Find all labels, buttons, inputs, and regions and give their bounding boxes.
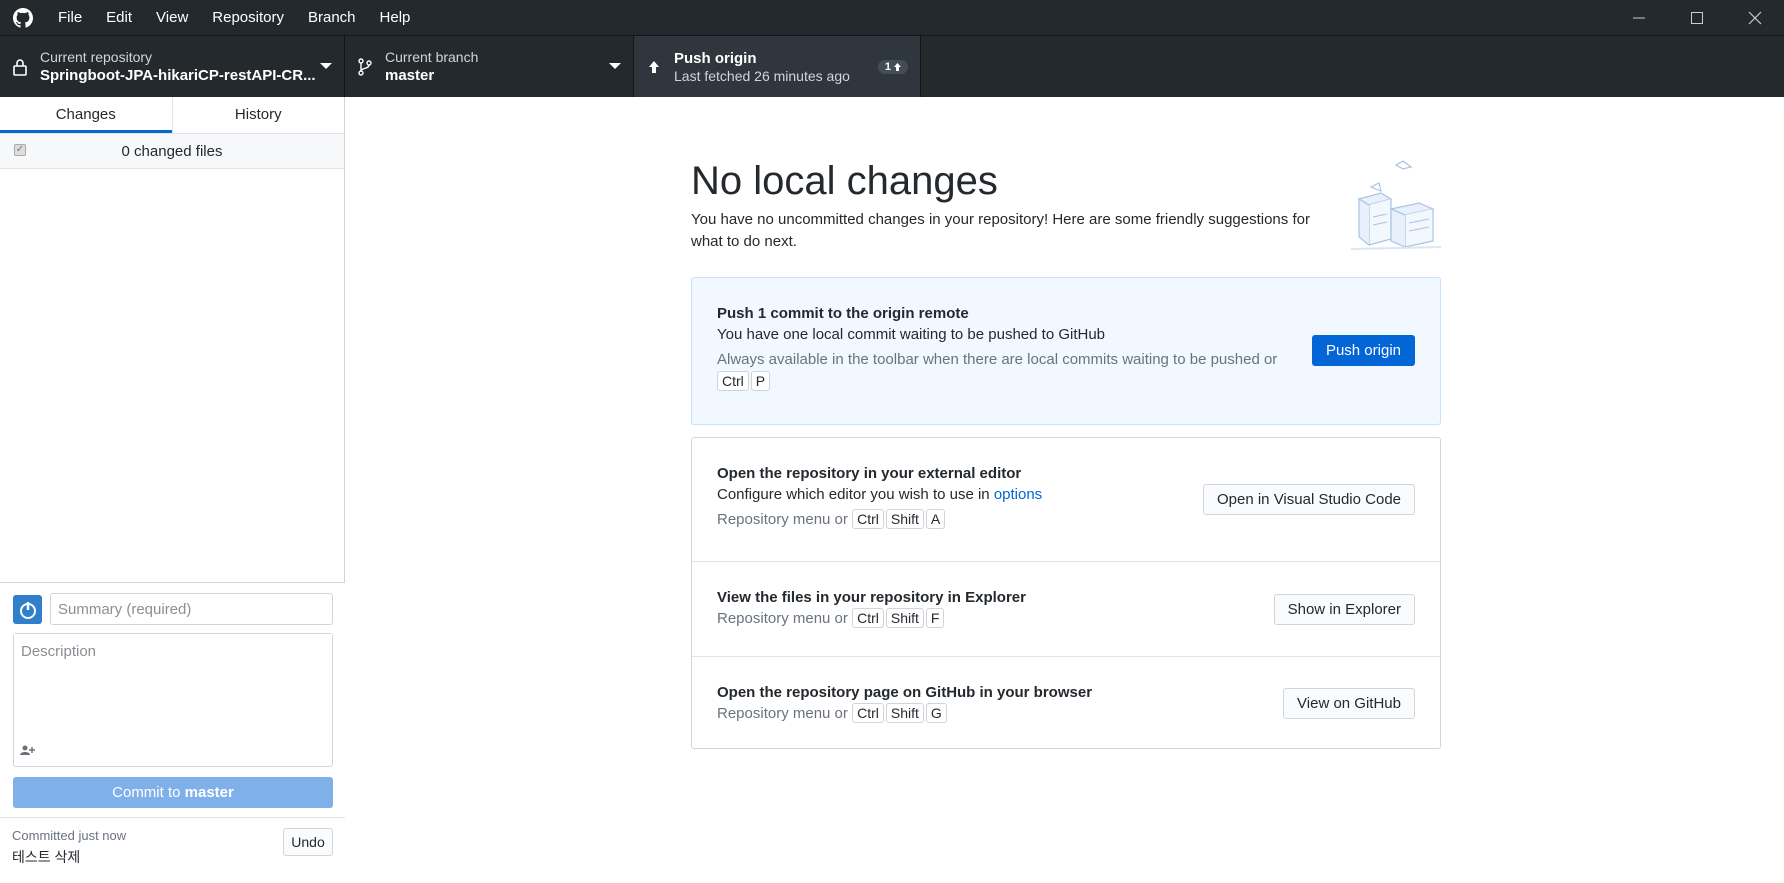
menu-file[interactable]: File bbox=[46, 0, 94, 35]
shortcut-key: F bbox=[925, 608, 945, 628]
github-hint-text: Repository menu or bbox=[717, 705, 848, 722]
shortcut-key: A bbox=[925, 509, 946, 529]
title-bar: File Edit View Repository Branch Help bbox=[0, 0, 1784, 35]
shortcut-key: Ctrl bbox=[852, 509, 884, 529]
branch-selector[interactable]: Current branch master bbox=[345, 36, 634, 98]
sidebar: Changes History ✓ 0 changed files Commit… bbox=[0, 97, 345, 883]
boxes-illustration-icon bbox=[1350, 157, 1442, 252]
shortcut-key: G bbox=[925, 703, 947, 723]
explorer-hint-text: Repository menu or bbox=[717, 610, 848, 627]
menu-branch[interactable]: Branch bbox=[296, 0, 368, 35]
repository-name: Springboot-JPA-hikariCP-restAPI-CR... bbox=[40, 67, 316, 84]
changed-files-count: 0 changed files bbox=[121, 142, 223, 160]
close-icon[interactable] bbox=[1726, 0, 1784, 35]
chevron-down-icon bbox=[609, 63, 621, 69]
branch-name: master bbox=[385, 67, 435, 84]
shortcut-key: Shift bbox=[885, 509, 924, 529]
last-commit-message: 테스트 삭제 bbox=[12, 849, 81, 865]
window-controls bbox=[1610, 0, 1784, 35]
options-link[interactable]: options bbox=[994, 486, 1042, 503]
editor-suggestion-hint: Repository menu or Ctrl Shift A bbox=[717, 509, 1042, 531]
push-suggestion-description: You have one local commit waiting to be … bbox=[717, 326, 1106, 343]
push-suggestion-card: Push 1 commit to the origin remote You h… bbox=[691, 277, 1441, 425]
sidebar-tabs: Changes History bbox=[0, 97, 344, 134]
menu-edit[interactable]: Edit bbox=[94, 0, 144, 35]
menu-view[interactable]: View bbox=[144, 0, 200, 35]
github-suggestion: Open the repository page on GitHub in yo… bbox=[692, 657, 1440, 750]
github-suggestion-title: Open the repository page on GitHub in yo… bbox=[717, 684, 1093, 701]
shortcut-key: P bbox=[750, 371, 771, 391]
shortcut-key: Ctrl bbox=[852, 703, 884, 723]
github-suggestion-hint: Repository menu or Ctrl Shift G bbox=[717, 703, 1092, 725]
changed-files-header: ✓ 0 changed files bbox=[0, 134, 344, 169]
editor-desc-text: Configure which editor you wish to use i… bbox=[717, 486, 994, 503]
last-commit-label: Committed just now bbox=[12, 828, 127, 843]
arrow-up-small-icon bbox=[894, 63, 901, 71]
suggestions-list: Open the repository in your external edi… bbox=[691, 437, 1441, 749]
page-subtitle: You have no uncommitted changes in your … bbox=[691, 211, 1310, 250]
open-in-editor-button[interactable]: Open in Visual Studio Code bbox=[1202, 484, 1415, 515]
editor-hint-text: Repository menu or bbox=[717, 511, 848, 528]
commit-button-branch: master bbox=[184, 784, 234, 801]
shortcut-key: Ctrl bbox=[717, 371, 749, 391]
push-hint-text: Always available in the toolbar when the… bbox=[717, 351, 1278, 368]
arrow-up-icon bbox=[634, 59, 674, 75]
toolbar: Current repository Springboot-JPA-hikari… bbox=[0, 35, 1784, 98]
editor-suggestion-title: Open the repository in your external edi… bbox=[717, 465, 1022, 482]
commit-button[interactable]: Commit to master bbox=[13, 777, 333, 808]
push-origin-label: Push origin bbox=[674, 50, 757, 67]
push-origin-action-button[interactable]: Push origin bbox=[1311, 335, 1415, 366]
commit-panel: Commit to master Committed just now 테스트 … bbox=[0, 582, 345, 883]
repository-label: Current repository bbox=[40, 49, 153, 65]
push-suggestion-hint: Always available in the toolbar when the… bbox=[717, 349, 1297, 393]
repository-selector[interactable]: Current repository Springboot-JPA-hikari… bbox=[0, 36, 345, 98]
lock-icon bbox=[0, 58, 40, 76]
menu-repository[interactable]: Repository bbox=[200, 0, 296, 35]
tab-history[interactable]: History bbox=[171, 97, 345, 133]
push-suggestion-title: Push 1 commit to the origin remote bbox=[717, 305, 969, 322]
ahead-count: 1 bbox=[884, 61, 891, 73]
show-in-explorer-button[interactable]: Show in Explorer bbox=[1273, 594, 1415, 625]
page-title: No local changes bbox=[691, 159, 998, 203]
ahead-count-badge: 1 bbox=[877, 60, 908, 74]
commit-button-prefix: Commit to bbox=[112, 784, 185, 801]
description-field bbox=[13, 633, 333, 767]
description-input[interactable] bbox=[14, 634, 332, 739]
menu-bar: File Edit View Repository Branch Help bbox=[46, 0, 422, 35]
branch-label: Current branch bbox=[385, 49, 479, 65]
editor-suggestion-description: Configure which editor you wish to use i… bbox=[717, 486, 1042, 503]
last-commit-panel: Committed just now 테스트 삭제 Undo bbox=[0, 817, 345, 883]
push-origin-button[interactable]: Push origin Last fetched 26 minutes ago … bbox=[634, 36, 921, 98]
add-coauthor-icon[interactable] bbox=[20, 745, 36, 758]
maximize-icon[interactable] bbox=[1668, 0, 1726, 35]
explorer-suggestion-title: View the files in your repository in Exp… bbox=[717, 589, 1026, 606]
github-logo-icon bbox=[0, 0, 46, 35]
explorer-suggestion-hint: Repository menu or Ctrl Shift F bbox=[717, 608, 1026, 630]
select-all-checkbox[interactable]: ✓ bbox=[14, 144, 26, 156]
branch-icon bbox=[345, 58, 385, 76]
undo-button[interactable]: Undo bbox=[283, 828, 333, 856]
view-on-github-button[interactable]: View on GitHub bbox=[1283, 688, 1415, 719]
menu-help[interactable]: Help bbox=[368, 0, 423, 35]
tab-changes[interactable]: Changes bbox=[0, 97, 172, 133]
last-fetched-text: Last fetched 26 minutes ago bbox=[674, 68, 850, 84]
chevron-down-icon bbox=[320, 63, 332, 69]
shortcut-key: Shift bbox=[885, 703, 924, 723]
shortcut-key: Shift bbox=[885, 608, 924, 628]
minimize-icon[interactable] bbox=[1610, 0, 1668, 35]
main-panel: No local changes You have no uncommitted… bbox=[346, 97, 1784, 883]
editor-suggestion: Open the repository in your external edi… bbox=[692, 438, 1440, 562]
summary-input[interactable] bbox=[50, 593, 333, 625]
avatar bbox=[13, 595, 42, 624]
explorer-suggestion: View the files in your repository in Exp… bbox=[692, 562, 1440, 657]
shortcut-key: Ctrl bbox=[852, 608, 884, 628]
